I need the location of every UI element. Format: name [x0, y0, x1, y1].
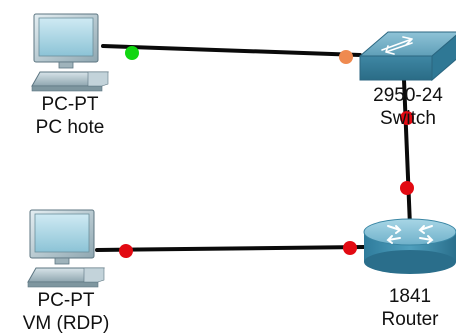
link-light-vm-rdp-down [119, 244, 133, 258]
cable-pc-hote-switch[interactable] [101, 44, 362, 57]
switch-name-label: Switch [380, 108, 436, 129]
link-light-pc-hote-up [125, 46, 139, 60]
pc-hote-icon[interactable] [31, 13, 109, 92]
pc-hote-model-label: PC-PT [42, 94, 99, 115]
switch-icon[interactable] [358, 31, 456, 82]
pc-hote-name-label: PC hote [36, 117, 105, 138]
cable-vm-rdp-router[interactable] [95, 245, 366, 252]
vm-rdp-model-label: PC-PT [38, 290, 95, 311]
router-name-label: Router [381, 309, 439, 330]
switch-model-label: 2950-24 [373, 85, 443, 106]
router-icon[interactable] [363, 218, 456, 274]
vm-rdp-name-label: VM (RDP) [23, 313, 110, 334]
network-topology: PC-PT PC hote 2950-24 Switch 1841 Router… [23, 13, 456, 334]
vm-rdp-icon[interactable] [27, 209, 105, 288]
link-light-switch-negotiating [339, 50, 353, 64]
link-light-router-down [400, 181, 414, 195]
link-light-router-down [343, 241, 357, 255]
router-model-label: 1841 [389, 286, 431, 307]
